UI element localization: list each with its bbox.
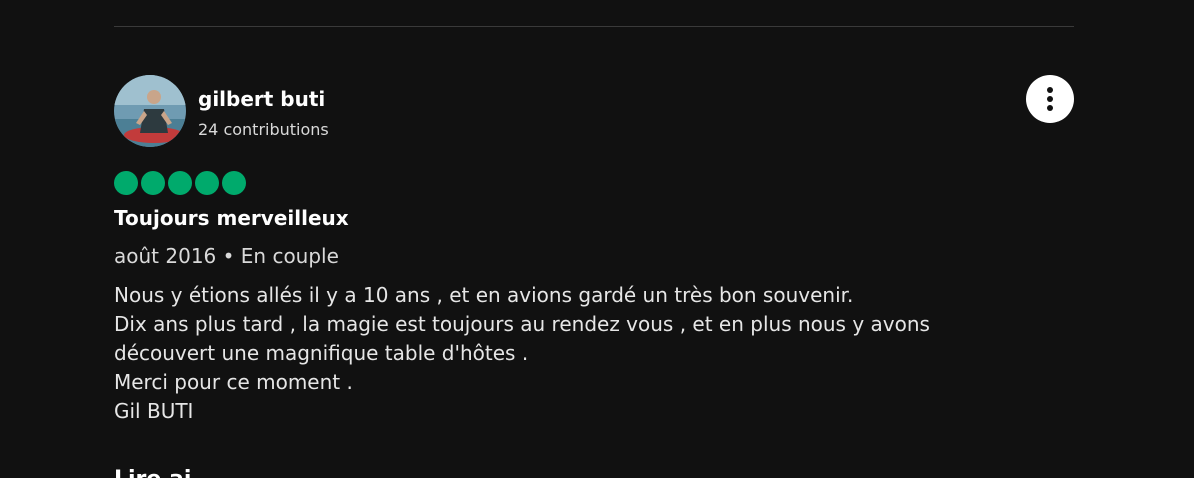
review-text-line: Merci pour ce moment . (114, 370, 353, 394)
review-text-line: découvert une magnifique table d'hôtes . (114, 341, 529, 365)
more-options-button[interactable] (1026, 75, 1074, 123)
user-name[interactable]: gilbert buti (198, 86, 325, 112)
divider (114, 26, 1074, 27)
review-text-line: Dix ans plus tard , la magie est toujour… (114, 312, 930, 336)
rating-bubble (114, 171, 138, 195)
avatar[interactable] (114, 75, 186, 147)
rating-bubble (222, 171, 246, 195)
user-contributions: 24 contributions (198, 120, 329, 139)
review-title[interactable]: Toujours merveilleux (114, 204, 349, 232)
review-text: Nous y étions allés il y a 10 ans , et e… (114, 281, 1074, 426)
review-text-line: Nous y étions allés il y a 10 ans , et e… (114, 283, 854, 307)
rating-bubble (141, 171, 165, 195)
next-section-heading[interactable]: Lire ai (114, 466, 191, 478)
rating-bubble (195, 171, 219, 195)
visit-date-and-type: août 2016 • En couple (114, 244, 339, 268)
review-text-line: Gil BUTI (114, 399, 194, 423)
more-options-icon (1047, 87, 1053, 111)
review-card: gilbert buti 24 contributions Toujours m… (0, 0, 1194, 478)
rating-bubble (168, 171, 192, 195)
rating-bubbles (114, 171, 246, 195)
